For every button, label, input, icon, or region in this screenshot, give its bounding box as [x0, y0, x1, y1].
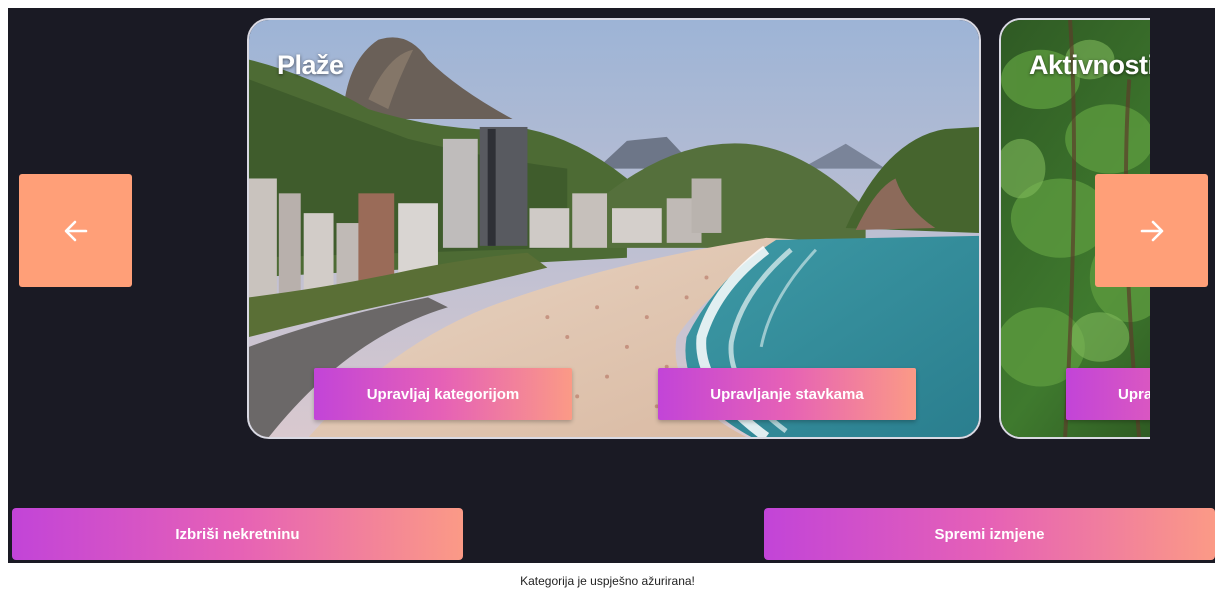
manage-items-button[interactable]: Upravljanje stavkama — [658, 368, 916, 420]
arrow-right-icon — [1140, 220, 1163, 241]
category-title: Aktivnosti — [1029, 50, 1150, 80]
delete-property-button[interactable]: Izbriši nekretninu — [12, 508, 463, 560]
manage-category-button[interactable]: Upravljaj kategorijom — [1066, 368, 1150, 420]
category-title: Plaže — [277, 50, 344, 80]
category-editor-panel: Plaže Upravljaj kategorijom Upravljanje … — [8, 8, 1215, 563]
carousel-next-button[interactable] — [1095, 174, 1208, 287]
carousel-prev-button[interactable] — [19, 174, 132, 287]
manage-category-button[interactable]: Upravljaj kategorijom — [314, 368, 572, 420]
carousel-viewport: Plaže Upravljaj kategorijom Upravljanje … — [246, 18, 1150, 443]
arrow-left-icon — [64, 220, 87, 241]
status-message: Kategorija je uspješno ažurirana! — [520, 574, 695, 588]
category-card-beaches[interactable]: Plaže Upravljaj kategorijom Upravljanje … — [247, 18, 981, 439]
save-changes-button[interactable]: Spremi izmjene — [764, 508, 1215, 560]
